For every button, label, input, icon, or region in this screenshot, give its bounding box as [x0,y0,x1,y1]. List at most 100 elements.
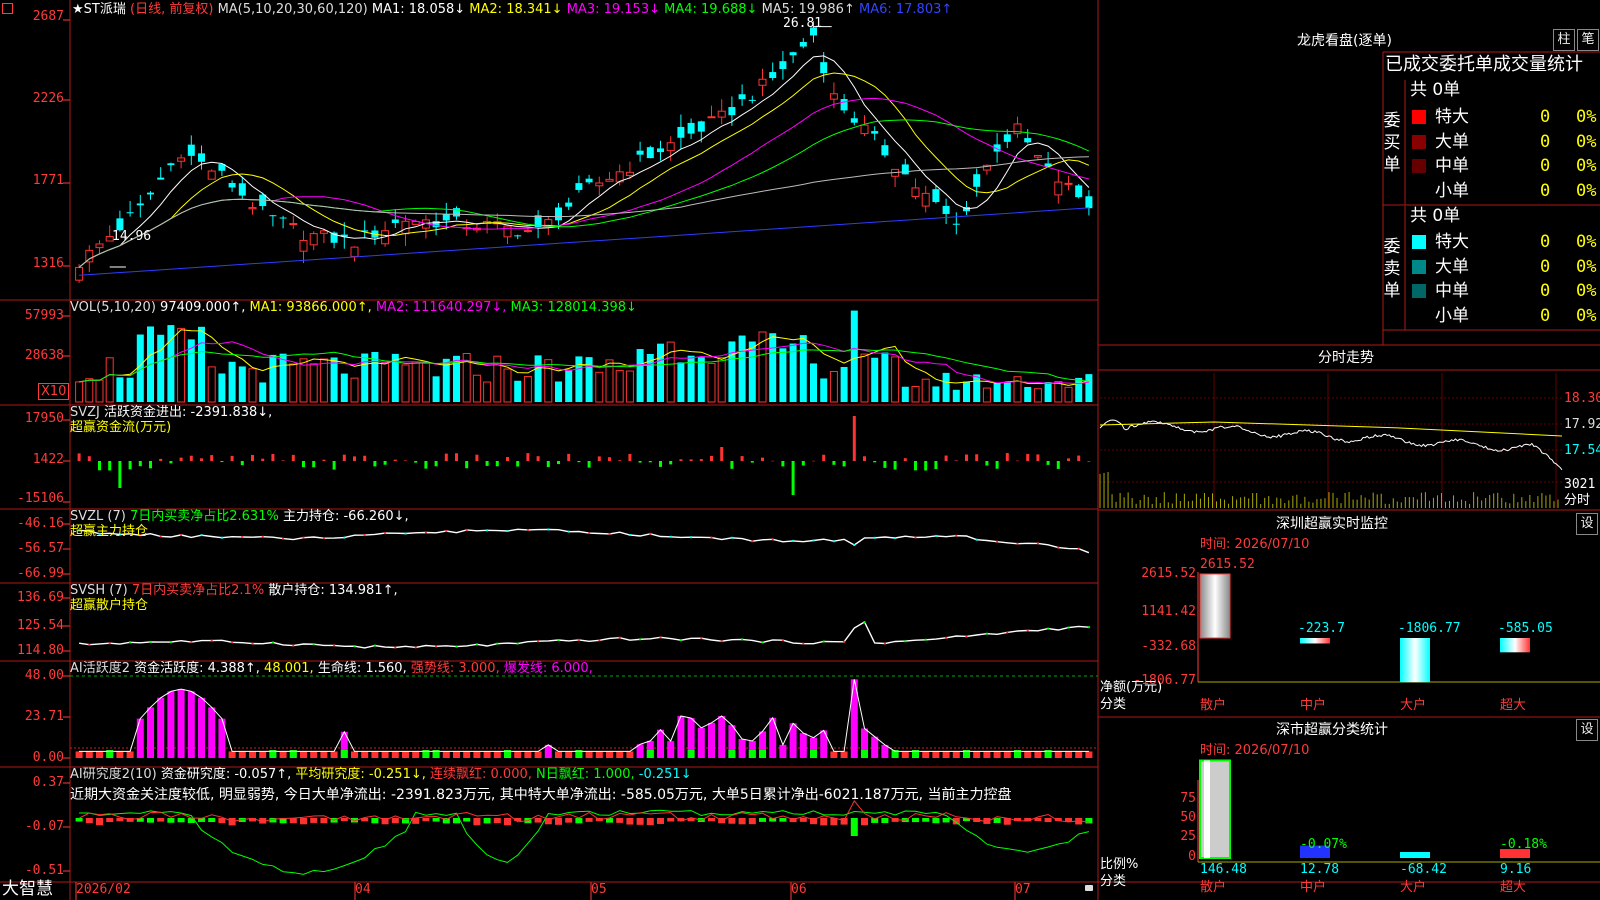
research-bar [504,818,511,826]
flow-bar [883,461,887,468]
lock-icon[interactable] [1085,885,1093,891]
monitor-bar-label: -1806.77 [1398,621,1461,636]
flow-dot [567,530,570,533]
monitor-settings-button[interactable]: 设 [1576,513,1598,535]
stats-settings-button[interactable]: 设 [1576,719,1598,741]
activity-bar [779,744,787,758]
flow-bar [781,461,785,467]
flow-bar [169,461,173,464]
flow-dot [843,640,846,643]
flow-bar [159,458,163,461]
flow-dot [190,641,193,644]
volume-bar [503,368,512,403]
flow-bar [832,461,836,465]
candle [238,183,246,196]
order-swatch [1412,110,1426,124]
flow-dot [251,642,254,645]
activity-bar [524,751,532,758]
order-percent: 0% [1576,256,1597,277]
research-bar [1085,818,1093,824]
candle [840,99,848,111]
fenshi-unit: 分时 [1564,493,1591,508]
order-count: 0 [1540,305,1551,326]
candle [442,214,450,221]
activity-bar [901,751,909,758]
candle [207,170,216,180]
monitor-top-label: 2615.52 [1200,557,1255,572]
flow-bar [822,454,826,461]
research-bar [942,818,950,823]
candle [126,212,134,214]
order-count: 0 [1540,107,1551,127]
monitor-ylabel: 净额(万元) [1100,680,1163,695]
flow-dot [210,639,213,642]
flow-dot [404,532,407,535]
flow-bar [740,456,744,461]
flow-bar [791,461,795,495]
flow-bar [1087,461,1091,462]
flow-bar [903,458,907,461]
stats-category: 超大 [1500,880,1527,895]
vol-tick: 57993 [24,308,64,323]
flow-bar [240,461,244,466]
sell-total: 共 0单 [1410,206,1461,226]
volume-bar [75,381,84,403]
candle [187,144,195,156]
candle [728,107,736,116]
candle [177,157,186,162]
volume-bar [921,378,930,403]
monitor-category: 散户 [1200,698,1227,713]
tick-view-button[interactable]: 笔 [1577,29,1599,51]
order-type-label: 小单 [1435,180,1469,201]
flow-bar [638,461,642,463]
date-label: 04 [355,882,371,897]
activity-bar [249,751,256,758]
flow-bar [261,458,265,461]
ma1-value: MA1: 18.058↓ [371,2,466,17]
ma1-line [78,55,1090,268]
longhu-tab[interactable]: 已成交委托单成交量统计 [1385,54,1600,76]
flow-dot [557,639,560,642]
flow-dot [108,642,111,645]
bar-view-button[interactable]: 柱 [1553,29,1575,51]
svsh-legend: SVSH (7) 7日内买卖净占比2.1% 散户持仓: 134.981↑, [70,583,398,598]
activity-bar [810,750,817,758]
vol-legend: VOL(5,10,20) 97409.000↑, MA1: 93866.000↑… [70,300,637,315]
flow-dot [771,538,774,541]
volume-bar [523,376,532,403]
activity-bar [391,751,399,758]
order-swatch [1412,134,1426,149]
flow-dot [333,644,336,647]
volume-bar [1033,388,1042,403]
activity-bar [830,751,838,758]
candle [157,177,165,180]
volume-bar [1024,386,1032,402]
flow-bar [546,461,550,468]
svzj-tick: -15106 [17,491,64,506]
flow-bar [516,461,520,467]
volume-bar [289,363,298,403]
activity-bar [493,751,501,758]
flow-bar [852,416,856,461]
flow-bar [404,460,407,461]
flow-bar [975,454,979,461]
svzl-hold: 主力持仓: -66.260↓, [282,509,409,524]
flow-bar [251,454,254,461]
candle [1064,182,1073,185]
research-bar [626,818,634,825]
volume-bar [1003,381,1011,402]
volume-bar [207,366,216,403]
flow-bar [648,461,652,463]
stats-time: 时间: 2026/07/10 [1200,743,1310,758]
stats-xlabel: 分类 [1100,874,1127,889]
activity-bar [136,718,144,758]
stats-ylabel: 比例% [1100,857,1139,872]
flow-bar [1026,453,1030,461]
research-bar [759,818,766,822]
activity-bar [1003,751,1011,758]
flow-dot [781,639,784,642]
flow-dot [802,642,805,645]
flow-bar [669,461,673,465]
flow-dot [1087,626,1090,629]
ai1-tick: 48.00 [24,668,64,683]
